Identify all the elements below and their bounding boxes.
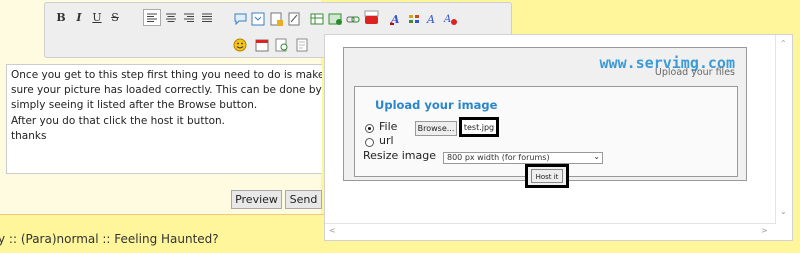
file-radio[interactable] xyxy=(365,124,374,133)
justify-button[interactable] xyxy=(198,9,216,26)
source-button[interactable] xyxy=(295,37,310,52)
message-line: thanks xyxy=(11,129,47,142)
font-color-button[interactable]: A xyxy=(389,11,404,26)
remove-format-button[interactable]: A xyxy=(443,11,458,25)
horizontal-scrollbar[interactable]: < > xyxy=(325,223,776,240)
image-icon xyxy=(328,13,342,25)
servimg-logo: www.servimg.com Upload your files xyxy=(587,54,747,78)
send-button[interactable]: Send xyxy=(285,190,322,209)
scroll-right-icon[interactable]: > xyxy=(761,226,768,235)
scroll-up-icon[interactable]: ⌃ xyxy=(780,39,787,48)
message-line: sure your picture has loaded correctly. … xyxy=(11,84,322,97)
hide-button[interactable] xyxy=(287,11,302,26)
italic-button[interactable]: I xyxy=(70,9,88,26)
upload-title: Upload your image xyxy=(375,98,498,112)
underline-button[interactable]: U xyxy=(88,9,106,26)
upload-popup: www.servimg.com Upload your files Upload… xyxy=(324,34,793,241)
upload-form: Upload your image File Browse... test.jp… xyxy=(354,86,738,188)
browse-button[interactable]: Browse... xyxy=(415,121,457,136)
strike-button[interactable]: S xyxy=(106,9,124,26)
svg-text:A: A xyxy=(426,13,435,26)
source-icon xyxy=(296,38,308,52)
document-icon xyxy=(270,12,283,26)
calendar-icon xyxy=(255,39,269,52)
host-it-highlight: Host it xyxy=(525,164,569,188)
message-textarea[interactable]: Once you get to this step first thing yo… xyxy=(6,64,322,174)
file-label: File xyxy=(379,120,398,133)
align-center-button[interactable] xyxy=(162,9,180,26)
pencil-icon xyxy=(288,12,300,26)
date-button[interactable] xyxy=(255,37,270,52)
font-face-button[interactable]: A xyxy=(425,11,440,26)
align-right-button[interactable] xyxy=(180,9,198,26)
remove-format-icon: A xyxy=(443,14,457,25)
resize-select[interactable]: 800 px width (for forums) ⌄ xyxy=(443,152,603,164)
magnifier-icon xyxy=(275,38,288,52)
youtube-button[interactable] xyxy=(364,10,379,24)
breadcrumb: y :: (Para)normal :: Feeling Haunted? xyxy=(0,232,219,246)
logo-tagline: Upload your files xyxy=(654,67,735,78)
vertical-scrollbar[interactable]: ⌃ ⌄ xyxy=(775,35,792,225)
smiley-icon xyxy=(233,38,247,52)
scroll-left-icon[interactable]: < xyxy=(329,226,336,235)
code-icon xyxy=(251,12,265,26)
resize-value: 800 px width (for forums) xyxy=(447,153,550,162)
table-icon xyxy=(310,13,324,25)
quote-button[interactable] xyxy=(233,11,248,26)
url-label: url xyxy=(379,134,394,147)
align-left-button[interactable] xyxy=(143,9,161,26)
filename-display: test.jpg xyxy=(459,117,499,137)
preview-button[interactable]: Preview xyxy=(231,190,282,209)
message-line: Once you get to this step first thing yo… xyxy=(11,69,322,81)
search-replace-button[interactable] xyxy=(275,37,290,52)
align-right-icon xyxy=(184,13,194,22)
youtube-icon xyxy=(364,10,379,24)
message-line: simply seeing it listed after the Browse… xyxy=(11,99,258,112)
chevron-down-icon: ⌄ xyxy=(593,152,600,161)
insert-image-button[interactable] xyxy=(328,11,343,25)
url-radio[interactable] xyxy=(365,138,374,147)
justify-icon xyxy=(202,13,212,22)
host-it-button[interactable]: Host it xyxy=(531,169,563,183)
divider xyxy=(0,214,324,215)
svg-text:A: A xyxy=(443,14,451,25)
speech-bubble-icon xyxy=(234,13,247,26)
font-size-icon xyxy=(409,15,419,23)
spoiler-button[interactable] xyxy=(269,11,284,26)
message-line: After you do that click the host it butt… xyxy=(11,114,225,127)
code-button[interactable] xyxy=(251,11,266,26)
align-center-icon xyxy=(166,13,176,22)
bold-button[interactable]: B xyxy=(52,9,70,26)
font-face-icon: A xyxy=(426,13,435,26)
font-color-icon: A xyxy=(390,13,400,26)
insert-link-button[interactable] xyxy=(346,11,361,25)
align-left-icon xyxy=(147,13,157,22)
link-icon xyxy=(346,16,360,23)
emoticon-button[interactable] xyxy=(233,37,248,52)
message-editor: B I U S A A A Once you get to this step … xyxy=(0,0,512,214)
scroll-down-icon[interactable]: ⌄ xyxy=(780,207,787,216)
table-button[interactable] xyxy=(310,11,325,25)
upload-frame: www.servimg.com Upload your files Upload… xyxy=(343,47,747,188)
resize-label: Resize image xyxy=(363,149,437,162)
font-size-button[interactable] xyxy=(407,11,422,25)
